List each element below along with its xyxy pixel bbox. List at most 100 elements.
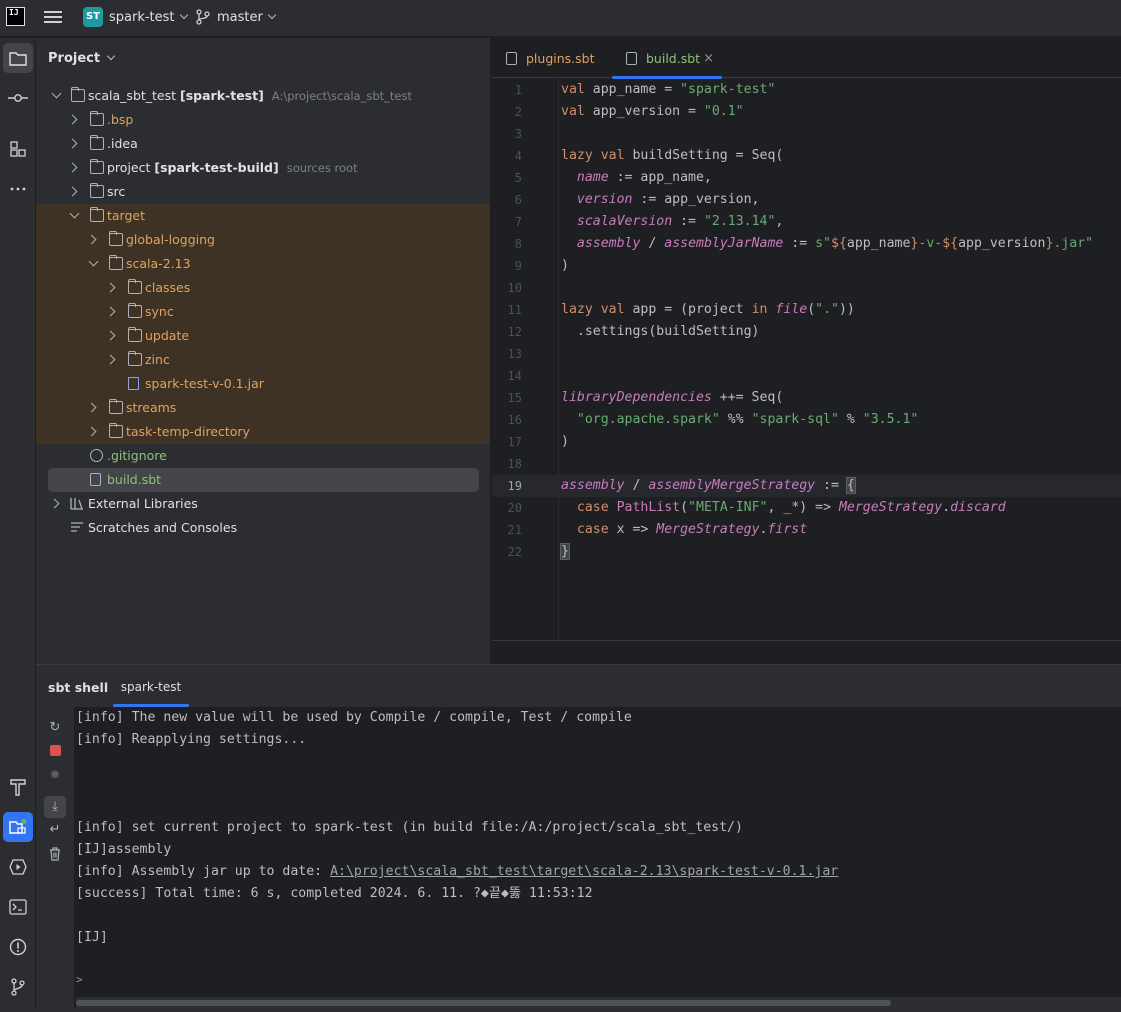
code-line[interactable]: 1 val app_name = "spark-test" [492, 79, 1121, 101]
tree-node-external-libraries[interactable]: External Libraries [36, 492, 490, 516]
jar-path-link[interactable]: A:\project\scala_sbt_test\target\scala-2… [330, 864, 838, 879]
problems-icon[interactable] [3, 932, 33, 962]
tree-node-bsp[interactable]: .bsp [36, 108, 490, 132]
services-run-icon[interactable] [3, 852, 33, 882]
code-text: val app_version = "0.1" [561, 101, 744, 123]
project-badge[interactable]: ST [83, 7, 103, 27]
left-tool-strip [0, 38, 36, 1008]
console-prompt[interactable]: > [76, 969, 83, 991]
line-number: 15 [507, 391, 522, 405]
tree-label: update [145, 328, 190, 343]
main-menu-icon[interactable] [44, 9, 62, 25]
scroll-to-end-icon[interactable]: ⤓ [44, 796, 66, 818]
code-line[interactable]: 4 lazy val buildSetting = Seq( [492, 145, 1121, 167]
code-line[interactable]: 10 [492, 277, 1121, 299]
code-line[interactable]: 22} [492, 541, 1121, 563]
tree-node-project[interactable]: project [spark-test-build] sources root [36, 156, 490, 180]
code-line[interactable]: 11 lazy val app = (project in file(".")) [492, 299, 1121, 321]
code-line[interactable]: 2 val app_version = "0.1" [492, 101, 1121, 123]
soft-wrap-icon[interactable]: ↵ [44, 819, 66, 841]
tree-node-scala-2-13[interactable]: scala-2.13 [36, 252, 490, 276]
commit-tool-icon[interactable] [3, 83, 33, 113]
tree-node-sync[interactable]: sync [36, 300, 490, 324]
excluded-folder-icon [127, 351, 142, 366]
tab-plugins-sbt[interactable]: plugins.sbt [492, 38, 608, 78]
code-line[interactable]: 18 [492, 453, 1121, 475]
code-line[interactable]: 17) [492, 431, 1121, 453]
console-line: [success] Total time: 6 s, completed 202… [76, 886, 593, 901]
line-number: 21 [507, 523, 522, 537]
code-token: ${ [831, 236, 847, 251]
code-line[interactable]: 16 "org.apache.spark" %% "spark-sql" % "… [492, 409, 1121, 431]
expand-arrow-icon[interactable] [69, 208, 80, 219]
sbt-console-output[interactable]: [info] The new value will be used by Com… [76, 707, 1121, 997]
code-line[interactable]: 5 name := app_name, [492, 167, 1121, 189]
code-line[interactable]: 12 .settings(buildSetting) [492, 321, 1121, 343]
close-icon[interactable]: × [703, 38, 714, 80]
build-hammer-icon[interactable] [3, 772, 33, 802]
code-line[interactable]: 13 [492, 343, 1121, 365]
code-token: name [576, 170, 609, 185]
expand-arrow-icon[interactable] [105, 330, 116, 341]
code-line[interactable]: 15 libraryDependencies ++= Seq( [492, 387, 1121, 409]
trash-icon[interactable] [44, 843, 66, 865]
expand-arrow-icon[interactable] [67, 138, 78, 149]
scrollbar-thumb[interactable] [76, 1000, 891, 1006]
expand-arrow-icon[interactable] [86, 426, 97, 437]
terminal-icon[interactable] [3, 892, 33, 922]
code-line[interactable]: 8 assembly / assemblyJarName := s"${app_… [492, 233, 1121, 255]
code-editor[interactable]: 1 val app_name = "spark-test" 2 val app_ver… [492, 79, 1121, 640]
tree-node-build-sbt[interactable]: build.sbt [48, 468, 479, 492]
stop-icon[interactable] [44, 740, 66, 762]
expand-arrow-icon[interactable] [49, 498, 60, 509]
expand-arrow-icon[interactable] [105, 282, 116, 293]
tree-node-scratches[interactable]: Scratches and Consoles [36, 516, 490, 540]
tree-node-task-temp-directory[interactable]: task-temp-directory [36, 420, 490, 444]
tab-spark-test[interactable]: spark-test [113, 665, 189, 707]
expand-arrow-icon[interactable] [86, 402, 97, 413]
tree-node-global-logging[interactable]: global-logging [36, 228, 490, 252]
more-tools-icon[interactable] [3, 174, 33, 204]
code-line[interactable]: 6 version := app_version, [492, 189, 1121, 211]
structure-tool-icon[interactable] [3, 134, 33, 164]
code-line[interactable]: 20 case PathList("META-INF", _*) => Merg… [492, 497, 1121, 519]
tree-node-zinc[interactable]: zinc [36, 348, 490, 372]
project-switcher[interactable]: spark-test [109, 10, 188, 25]
tree-node-idea[interactable]: .idea [36, 132, 490, 156]
expand-arrow-icon[interactable] [88, 256, 99, 267]
tree-node-update[interactable]: update [36, 324, 490, 348]
expand-arrow-icon[interactable] [67, 186, 78, 197]
code-token: libraryDependencies [561, 390, 712, 405]
tree-node-src[interactable]: src [36, 180, 490, 204]
tree-node-target[interactable]: target [36, 204, 490, 228]
code-line[interactable]: 9) [492, 255, 1121, 277]
tree-node-scala-sbt-test[interactable]: scala_sbt_test [spark-test] A:\project\s… [36, 84, 490, 108]
git-icon[interactable] [3, 972, 33, 1002]
code-text: } [560, 541, 570, 563]
tree-node-gitignore[interactable]: .gitignore [36, 444, 490, 468]
expand-arrow-icon[interactable] [67, 114, 78, 125]
branch-switcher[interactable]: master [217, 10, 277, 25]
tree-node-streams[interactable]: streams [36, 396, 490, 420]
project-panel-header[interactable]: Project [36, 38, 490, 80]
folder-icon [89, 111, 104, 126]
expand-arrow-icon[interactable] [86, 234, 97, 245]
code-line[interactable]: 7 scalaVersion := "2.13.14", [492, 211, 1121, 233]
tree-label: build.sbt [107, 472, 162, 487]
tree-node-classes[interactable]: classes [36, 276, 490, 300]
expand-arrow-icon[interactable] [67, 162, 78, 173]
restart-icon[interactable]: ↻ [44, 717, 66, 739]
line-number: 16 [507, 413, 522, 427]
code-line[interactable]: 14 [492, 365, 1121, 387]
code-line[interactable]: 3 [492, 123, 1121, 145]
sbt-shell-tool-icon[interactable] [3, 812, 33, 842]
expand-arrow-icon[interactable] [105, 354, 116, 365]
expand-arrow-icon[interactable] [105, 306, 116, 317]
tab-build-sbt[interactable]: build.sbt × [612, 38, 722, 80]
code-line[interactable]: 21 case x => MergeStrategy.first [492, 519, 1121, 541]
project-tool-icon[interactable] [3, 43, 33, 73]
debug-icon[interactable]: ✹ [44, 765, 66, 787]
code-line[interactable]: 19 assembly / assemblyMergeStrategy := { [492, 475, 1121, 497]
expand-arrow-icon[interactable] [51, 88, 62, 99]
tree-node-jar-file[interactable]: spark-test-v-0.1.jar [36, 372, 490, 396]
